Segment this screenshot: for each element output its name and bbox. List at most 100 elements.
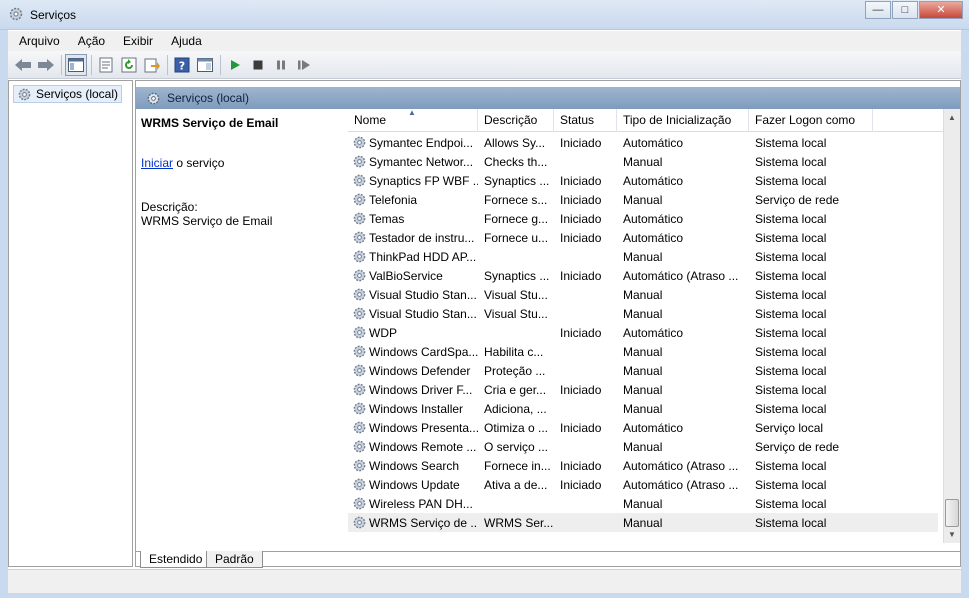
play-icon — [231, 59, 240, 70]
menu-arquivo[interactable]: Arquivo — [8, 34, 67, 48]
service-row[interactable]: Windows Update Ativa a de... Iniciado Autom… — [348, 475, 938, 494]
service-row[interactable]: ThinkPad HDD AP... Manual Sistema local — [348, 247, 938, 266]
pause-service-button[interactable] — [270, 54, 292, 76]
service-row[interactable]: Windows Search Fornece in... Iniciado Autom… — [348, 456, 938, 475]
column-header-status[interactable]: Status — [554, 109, 617, 132]
stop-icon — [253, 60, 263, 69]
service-startup-type: Manual — [623, 382, 663, 397]
service-startup-type: Manual — [623, 249, 663, 264]
service-row[interactable]: Wireless PAN DH... Manual Sistema local — [348, 494, 938, 513]
service-status: Iniciado — [560, 230, 602, 245]
window-frame-right — [961, 30, 969, 598]
service-description: WRMS Ser... — [484, 515, 554, 530]
service-startup-type: Manual — [623, 344, 663, 359]
service-gear-icon — [353, 345, 366, 358]
help-button[interactable]: ? — [171, 54, 193, 76]
service-row[interactable]: Windows CardSpa... Habilita c... Manual Sis… — [348, 342, 938, 361]
service-status: Iniciado — [560, 192, 602, 207]
scroll-down-arrow[interactable]: ▼ — [944, 526, 960, 543]
service-details-title: WRMS Serviço de Email — [141, 116, 279, 130]
start-service-button[interactable] — [224, 54, 246, 76]
services-pane: Serviços (local) WRMS Serviço de Email I… — [135, 80, 961, 568]
export-icon — [144, 58, 160, 72]
column-header-descricao[interactable]: Descrição — [478, 109, 554, 132]
service-startup-type: Manual — [623, 363, 663, 378]
service-row[interactable]: Telefonia Fornece s... Iniciado Manual Servi… — [348, 190, 938, 209]
service-row[interactable]: Windows Remote ... O serviço ... Manual Ser… — [348, 437, 938, 456]
service-row[interactable]: Testador de instru... Fornece u... Iniciad… — [348, 228, 938, 247]
service-logon-as: Sistema local — [755, 230, 827, 245]
properties-button[interactable] — [95, 54, 117, 76]
column-header-logon[interactable]: Fazer Logon como — [749, 109, 873, 132]
start-service-link[interactable]: Iniciar — [141, 156, 173, 170]
column-header-nome[interactable]: ▲ Nome — [348, 109, 478, 132]
service-description: Proteção ... — [484, 363, 546, 378]
scrollbar-thumb[interactable] — [945, 499, 959, 527]
service-description: Fornece g... — [484, 211, 549, 226]
service-row[interactable]: Visual Studio Stan... Visual Stu... Manual… — [348, 285, 938, 304]
service-name-cell: Symantec Networ... — [348, 154, 478, 169]
service-gear-icon — [353, 497, 366, 510]
service-name-cell: Windows Installer — [348, 401, 478, 416]
status-bar — [8, 569, 961, 593]
stop-service-button[interactable] — [247, 54, 269, 76]
tab-padrao[interactable]: Padrão — [206, 551, 263, 568]
refresh-button[interactable] — [118, 54, 140, 76]
close-button[interactable]: ✕ — [919, 1, 963, 19]
column-header-tipo-inicializacao[interactable]: Tipo de Inicialização — [617, 109, 749, 132]
forward-button[interactable] — [35, 54, 57, 76]
service-row[interactable]: ValBioService Synaptics ... Iniciado Automá… — [348, 266, 938, 285]
scroll-up-arrow[interactable]: ▲ — [944, 109, 960, 126]
service-gear-icon — [353, 440, 366, 453]
minimize-button[interactable]: — — [865, 1, 891, 19]
services-list: ▲ Nome Descrição Status Tipo de Inicializ… — [348, 109, 960, 543]
sort-up-icon: ▲ — [408, 109, 416, 117]
service-startup-type: Automático (Atraso ... — [623, 268, 739, 283]
service-gear-icon — [353, 326, 366, 339]
menu-acao[interactable]: Ação — [67, 34, 112, 48]
service-name: Windows Installer — [369, 401, 464, 416]
service-name-cell: Windows Driver F... — [348, 382, 478, 397]
maximize-button[interactable]: □ — [892, 1, 918, 19]
service-logon-as: Sistema local — [755, 477, 827, 492]
service-status: Iniciado — [560, 211, 602, 226]
service-row[interactable]: Synaptics FP WBF ... Synaptics ... Iniciad… — [348, 171, 938, 190]
vertical-scrollbar[interactable]: ▲ ▼ — [943, 109, 960, 543]
menu-exibir[interactable]: Exibir — [112, 34, 160, 48]
service-row[interactable]: WRMS Serviço de ... WRMS Ser... Manual Sist… — [348, 513, 938, 532]
service-description: Adiciona, ... — [484, 401, 547, 416]
service-row[interactable]: Windows Defender Proteção ... Manual Sistem… — [348, 361, 938, 380]
service-row[interactable]: Temas Fornece g... Iniciado Automático Siste… — [348, 209, 938, 228]
service-row[interactable]: Windows Driver F... Cria e ger... Iniciado… — [348, 380, 938, 399]
service-startup-type: Manual — [623, 192, 663, 207]
menu-ajuda[interactable]: Ajuda — [160, 34, 209, 48]
service-description: Fornece s... — [484, 192, 548, 207]
service-row[interactable]: Symantec Networ... Checks th... Manual Sist… — [348, 152, 938, 171]
tab-estendido[interactable]: Estendido — [140, 551, 212, 568]
back-button[interactable] — [12, 54, 34, 76]
console-view-button[interactable] — [194, 54, 216, 76]
arrow-right-icon — [38, 58, 54, 71]
service-row[interactable]: Windows Presenta... Otimiza o ... Iniciado… — [348, 418, 938, 437]
view-tabs: Estendido Padrão — [136, 551, 960, 568]
service-gear-icon — [353, 288, 366, 301]
service-row[interactable]: WDP Iniciado Automático Sistema local — [348, 323, 938, 342]
restart-service-button[interactable] — [293, 54, 315, 76]
service-logon-as: Sistema local — [755, 382, 827, 397]
service-row[interactable]: Visual Studio Stan... Visual Stu... Manual… — [348, 304, 938, 323]
tree-item-label: Serviços (local) — [36, 87, 119, 101]
start-service-suffix: o serviço — [173, 156, 225, 170]
service-name: Windows Driver F... — [369, 382, 473, 397]
service-logon-as: Sistema local — [755, 515, 827, 530]
service-name-cell: Windows Update — [348, 477, 478, 492]
service-gear-icon — [353, 307, 366, 320]
properties-icon — [99, 57, 113, 72]
window-frame-left — [0, 30, 8, 598]
tree-item-services-local[interactable]: Serviços (local) — [13, 85, 123, 103]
service-startup-type: Automático — [623, 211, 684, 226]
export-list-button[interactable] — [141, 54, 163, 76]
toolbar: ? — [8, 51, 961, 79]
service-row[interactable]: Symantec Endpoi... Allows Sy... Iniciado Au… — [348, 133, 938, 152]
service-row[interactable]: Windows Installer Adiciona, ... Manual Sist… — [348, 399, 938, 418]
show-hide-tree-button[interactable] — [65, 53, 87, 76]
